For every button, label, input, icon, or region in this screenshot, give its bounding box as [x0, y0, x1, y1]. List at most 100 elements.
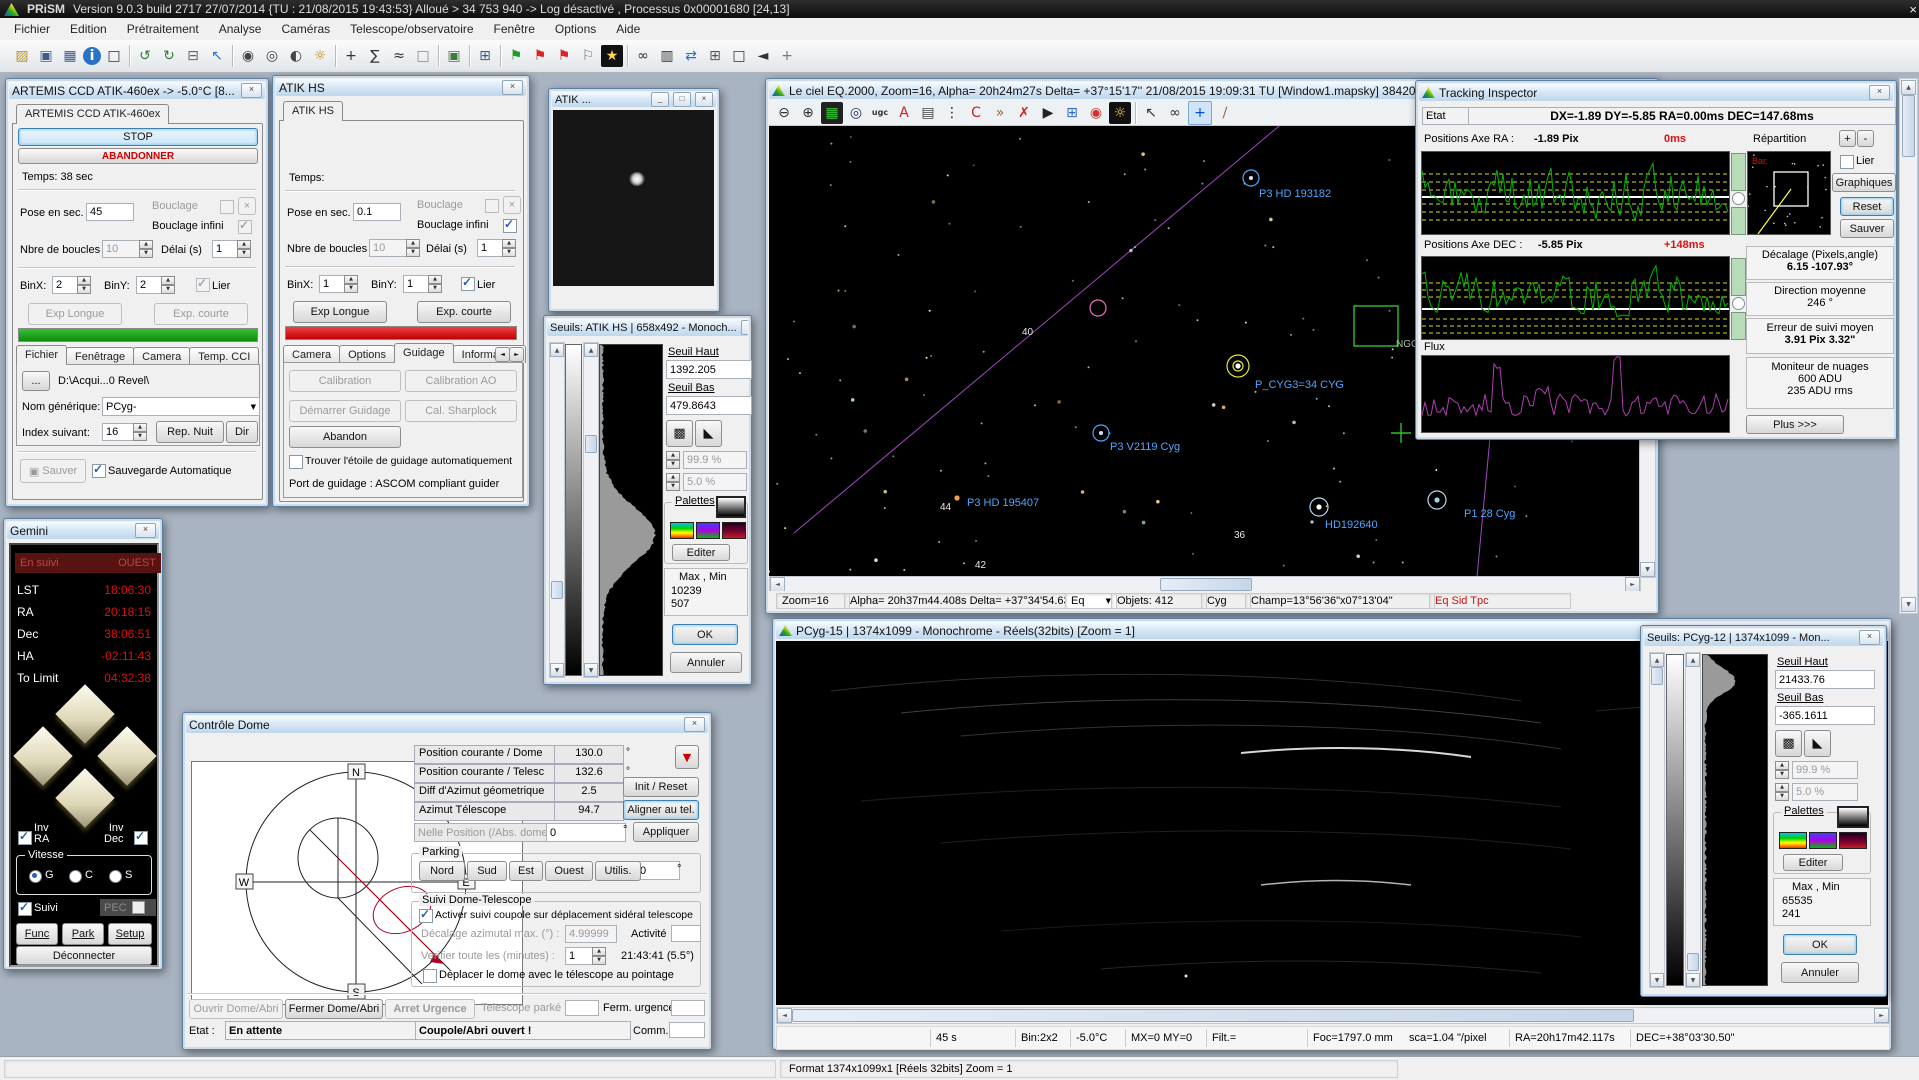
palette-spectrum-swatch[interactable] — [1809, 832, 1837, 849]
seuils-atik-titlebar[interactable]: Seuils: ATIK HS | 658x492 - Monoch...× — [547, 319, 748, 336]
minimize-icon[interactable]: _ — [651, 92, 669, 107]
pct-haut-spinner[interactable]: ▲▼ — [1775, 761, 1789, 779]
save-icon[interactable]: ▣ — [35, 45, 57, 67]
close-icon[interactable]: × — [684, 717, 705, 732]
editer-button[interactable]: Editer — [1783, 854, 1843, 871]
inv-dec-checkbox[interactable] — [134, 831, 148, 845]
redo-icon[interactable]: ↻ — [158, 45, 180, 67]
dome-download-button[interactable]: ▼ — [675, 745, 699, 769]
annuler-button[interactable]: Annuler — [1781, 962, 1859, 983]
workspace-vscrollbar[interactable]: ▲▼ — [1899, 78, 1918, 614]
link-axes-icon[interactable]: ⇄ — [680, 45, 702, 67]
open-file-icon[interactable]: ▨ — [11, 45, 33, 67]
init-reset-button[interactable]: Init / Reset — [623, 777, 699, 797]
starmap-icon[interactable]: ★ — [601, 45, 623, 67]
curve-fit-icon[interactable]: ≈ — [388, 45, 410, 67]
lier-checkbox[interactable] — [461, 277, 475, 291]
nom-generique-combo[interactable]: PCyg-▼ — [102, 397, 260, 416]
save-all-icon[interactable]: ▦ — [59, 45, 81, 67]
globe-icon[interactable]: ◎ — [845, 102, 867, 124]
bouclage-infini-checkbox[interactable] — [238, 220, 252, 234]
camera-settings-icon[interactable]: ◐ — [285, 45, 307, 67]
palette-heat-swatch[interactable] — [722, 522, 746, 539]
sky-status-eq-combo[interactable]: Eq▼ — [1065, 593, 1117, 609]
atikhs-tab[interactable]: ATIK HS — [283, 101, 342, 121]
activer-suivi-checkbox[interactable] — [419, 909, 433, 923]
close-icon[interactable]: × — [502, 80, 523, 95]
bouclage-checkbox[interactable] — [485, 199, 499, 213]
biny-spinner[interactable]: ▲▼ — [161, 276, 175, 294]
abort-flag-icon[interactable]: ⚑ — [553, 45, 575, 67]
maximize-icon[interactable]: □ — [673, 92, 691, 107]
delai-spinner[interactable]: ▲▼ — [502, 239, 516, 257]
verifier-spinner[interactable]: ▲▼ — [592, 947, 606, 965]
delai-spinner[interactable]: ▲▼ — [237, 240, 251, 258]
zoom-minus-button[interactable]: - — [1857, 130, 1874, 147]
pose-input[interactable]: 0.1 — [353, 203, 401, 221]
ok-button[interactable]: OK — [1783, 934, 1857, 955]
observatory-icon[interactable]: ☼ — [309, 45, 331, 67]
ok-button[interactable]: OK — [672, 624, 738, 645]
tracking-titlebar[interactable]: Tracking Inspector× — [1419, 84, 1893, 101]
binx-spinner[interactable]: ▲▼ — [77, 276, 91, 294]
rotate-field-icon[interactable]: C — [965, 102, 987, 124]
slew-west-button[interactable] — [13, 726, 72, 785]
pct-haut-spinner[interactable]: ▲▼ — [666, 451, 680, 469]
slew-south-button[interactable] — [55, 768, 114, 827]
plus-button[interactable]: Plus >>> — [1746, 415, 1844, 434]
abandon-button[interactable]: ABANDONNER — [18, 148, 258, 164]
ra-gain-bar-up[interactable] — [1731, 153, 1746, 191]
bouclage-x-button[interactable]: × — [503, 196, 521, 214]
index-spinner[interactable]: ▲▼ — [133, 423, 147, 441]
close-icon[interactable]: × — [695, 92, 713, 107]
artemis-titlebar[interactable]: ARTEMIS CCD ATIK-460ex -> -5.0°C [8...× — [9, 82, 265, 99]
binx-spinner[interactable]: ▲▼ — [344, 275, 358, 293]
editer-button[interactable]: Editer — [672, 544, 730, 561]
bouclage-x-button[interactable]: × — [238, 197, 256, 215]
palette-gray-swatch[interactable] — [1837, 806, 1869, 828]
sauver-button[interactable]: Sauver — [1840, 219, 1894, 238]
deplacer-checkbox[interactable] — [423, 969, 437, 983]
park-button[interactable]: Park — [62, 923, 104, 945]
zoom-out-icon[interactable]: ⊖ — [773, 102, 795, 124]
parking-sud-button[interactable]: Sud — [467, 861, 507, 881]
dec-gain-radio[interactable] — [1732, 297, 1745, 310]
biny-spinner[interactable]: ▲▼ — [428, 275, 442, 293]
palette-rainbow-swatch[interactable] — [1779, 832, 1807, 849]
calibration-ao-button[interactable]: Calibration AO — [405, 370, 517, 392]
browse-button[interactable]: ... — [22, 371, 50, 391]
artemis-file-tabs[interactable]: FichierFenêtrageCameraTemp. CCI — [16, 345, 258, 365]
dec-gain-bar-up[interactable] — [1731, 258, 1746, 296]
ra-gain-bar-down[interactable] — [1731, 207, 1746, 235]
menu-analyse[interactable]: Analyse — [209, 19, 272, 39]
fermer-dome-button[interactable]: Fermer Dome/Abri — [285, 999, 383, 1019]
binoculars-icon[interactable]: ∞ — [632, 45, 654, 67]
atikhs-titlebar[interactable]: ATIK HS× — [276, 79, 526, 96]
info-icon[interactable]: i — [83, 47, 101, 65]
inv-ra-checkbox[interactable] — [18, 831, 32, 845]
pointer-icon[interactable]: ↖ — [1140, 102, 1162, 124]
seuil-bas-label[interactable]: Seuil Bas — [1777, 692, 1823, 704]
rep-nuit-button[interactable]: Rep. Nuit — [156, 421, 224, 443]
aligner-button[interactable]: Aligner au tel. — [623, 800, 699, 820]
setup-button[interactable]: Setup — [108, 923, 152, 945]
guide-camera-image[interactable] — [553, 110, 714, 286]
seuil-bas-input[interactable]: 479.8643 — [666, 396, 752, 415]
dir-button[interactable]: Dir — [226, 421, 258, 443]
nbre-spinner[interactable]: ▲▼ — [406, 239, 420, 257]
align-dots-icon[interactable]: ⋮ — [941, 102, 963, 124]
atik-preview-titlebar[interactable]: ATIK ... _ □ × — [552, 92, 716, 107]
artemis-tab[interactable]: ARTEMIS CCD ATIK-460ex — [16, 104, 168, 124]
script-flag-icon[interactable]: ⚐ — [577, 45, 599, 67]
abandon-button[interactable]: Abandon — [289, 426, 401, 448]
table-icon[interactable]: ⊞ — [1061, 102, 1083, 124]
camera-icon[interactable]: ◉ — [237, 45, 259, 67]
seuil-bas-scrollbar[interactable]: ▲▼ — [583, 342, 599, 678]
exp-longue-button[interactable]: Exp Longue — [28, 303, 122, 325]
image-window-icon[interactable]: ▣ — [443, 45, 465, 67]
auto-threshold-button[interactable]: ▩ — [666, 420, 693, 447]
menu-aide[interactable]: Aide — [606, 19, 650, 39]
animate-icon[interactable]: ▶ — [1037, 102, 1059, 124]
pose-input[interactable]: 45 — [86, 203, 134, 221]
erase-icon[interactable]: ✗ — [1013, 102, 1035, 124]
